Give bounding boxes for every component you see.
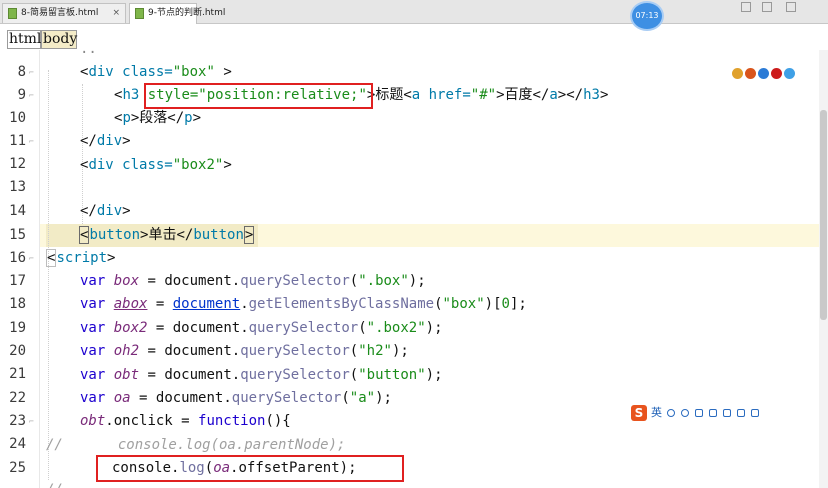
- user-icon[interactable]: [723, 409, 731, 417]
- line-number: 16: [9, 250, 26, 266]
- editor-tab-bar: 8-简易留言板.html × 9-节点的判断.html: [0, 0, 828, 24]
- opera-icon[interactable]: [771, 68, 782, 79]
- line-number: 18: [9, 296, 26, 312]
- line-number: 11: [9, 133, 26, 149]
- code-line-23: obt.onclick = function(){: [80, 413, 291, 429]
- fold-marker[interactable]: ⌐: [29, 61, 38, 84]
- line-number: 14: [9, 203, 26, 219]
- line-number: 17: [9, 273, 26, 289]
- fold-marker[interactable]: ⌐: [29, 410, 38, 433]
- browser-preview-icons: [730, 67, 796, 81]
- indent-guide: [48, 70, 49, 480]
- mic-icon[interactable]: [695, 409, 703, 417]
- line-number: 25: [9, 460, 26, 476]
- line-number: 21: [9, 366, 26, 382]
- scrollbar-thumb[interactable]: [820, 110, 827, 320]
- close-icon[interactable]: ×: [112, 4, 120, 23]
- line-number: 10: [9, 110, 26, 126]
- line-number: 9: [17, 87, 26, 103]
- code-line-22: var oa = document.querySelector("a");: [80, 390, 392, 406]
- skin-icon[interactable]: [737, 409, 745, 417]
- code-line-21: var obt = document.querySelector("button…: [80, 367, 443, 383]
- settings-icon[interactable]: [751, 409, 759, 417]
- code-line-12: <div class="box2">: [80, 157, 232, 173]
- code-line-8: <div class="box" >: [80, 64, 232, 80]
- code-line-partial: ..: [80, 41, 97, 57]
- line-number: 12: [9, 156, 26, 172]
- punctuation-icon[interactable]: [667, 409, 675, 417]
- fold-marker[interactable]: ⌐: [29, 130, 38, 153]
- minimize-icon[interactable]: [758, 0, 774, 16]
- vertical-scrollbar[interactable]: [819, 50, 828, 488]
- emoji-icon[interactable]: [681, 409, 689, 417]
- breadcrumb-item-html[interactable]: html: [7, 30, 41, 49]
- code-line-17: var box = document.querySelector(".box")…: [80, 273, 426, 289]
- maximize-icon[interactable]: [782, 0, 798, 16]
- code-line-16: <script>: [46, 249, 116, 267]
- code-line-15: <button>单击</button>: [79, 226, 255, 244]
- code-line-partial-bottom: //: [46, 479, 63, 488]
- breadcrumb: html body: [0, 26, 828, 50]
- annotation-box-offsetparent: [96, 455, 404, 482]
- ie-icon[interactable]: [758, 68, 769, 79]
- tab-file-8[interactable]: 8-简易留言板.html ×: [2, 3, 126, 23]
- code-line-10: <p>段落</p>: [114, 110, 202, 126]
- line-number: 22: [9, 390, 26, 406]
- tab-file-9[interactable]: 9-节点的判断.html: [129, 3, 225, 24]
- fold-marker[interactable]: ⌐: [29, 247, 38, 270]
- code-line-19: var box2 = document.querySelector(".box2…: [80, 320, 443, 336]
- line-number: 24: [9, 436, 26, 452]
- breadcrumb-item-body[interactable]: body: [41, 30, 77, 49]
- fold-marker[interactable]: ⌐: [29, 84, 38, 107]
- code-line-24: //console.log(oa.parentNode);: [46, 437, 346, 453]
- line-number-gutter: 8 9 10 11 12 13 14 15 16 17 18 19 20 21 …: [0, 50, 40, 488]
- restore-icon[interactable]: [737, 0, 753, 16]
- safari-icon[interactable]: [784, 68, 795, 79]
- keyboard-icon[interactable]: [709, 409, 717, 417]
- firefox-icon[interactable]: [745, 68, 756, 79]
- code-line-20: var oh2 = document.querySelector("h2");: [80, 343, 409, 359]
- annotation-box-style: [144, 83, 373, 109]
- line-number: 8: [17, 64, 26, 80]
- chrome-icon[interactable]: [732, 68, 743, 79]
- code-line-18: var abox = document.getElementsByClassNa…: [80, 296, 527, 312]
- file-html-icon: [135, 8, 144, 19]
- line-number: 13: [9, 179, 26, 195]
- file-html-icon: [8, 8, 17, 19]
- line-number: 20: [9, 343, 26, 359]
- line-number: 19: [9, 320, 26, 336]
- code-line-14: </div>: [80, 203, 131, 219]
- ime-toolbar: S 英: [631, 405, 763, 425]
- tab-label: 9-节点的判断.html: [148, 8, 226, 18]
- line-number: 23: [9, 413, 26, 429]
- tab-label: 8-简易留言板.html: [21, 8, 99, 18]
- sogou-ime-icon[interactable]: S: [631, 405, 647, 421]
- code-line-11: </div>: [80, 133, 131, 149]
- ime-mode[interactable]: 英: [651, 405, 662, 421]
- line-number: 15: [9, 227, 26, 243]
